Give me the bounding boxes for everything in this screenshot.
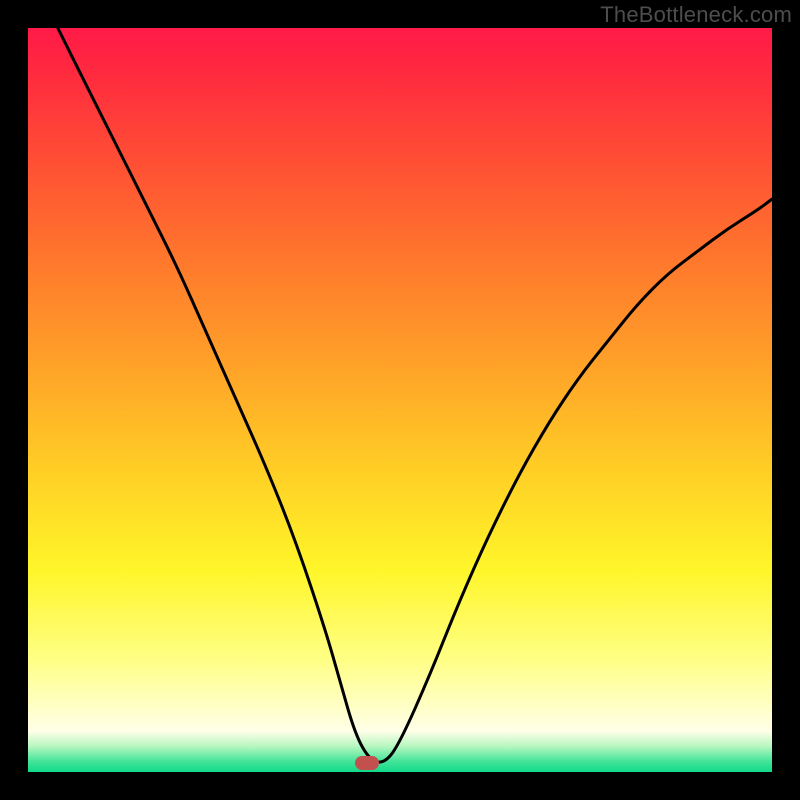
plot-area (28, 28, 772, 772)
chart-frame: TheBottleneck.com (0, 0, 800, 800)
gradient-background (28, 28, 772, 772)
optimum-marker (355, 756, 379, 770)
chart-svg (28, 28, 772, 772)
watermark-text: TheBottleneck.com (600, 2, 792, 28)
